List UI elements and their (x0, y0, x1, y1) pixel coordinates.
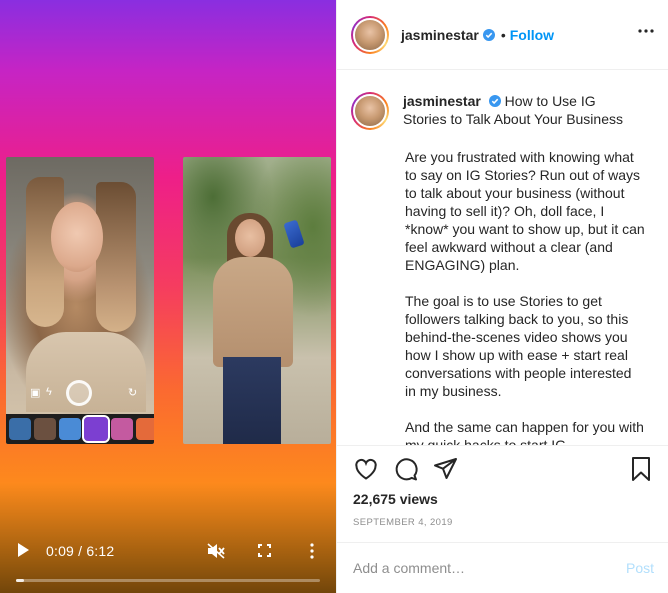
share-icon[interactable] (433, 456, 459, 482)
progress-fill (16, 579, 24, 582)
separator-dot: • (500, 26, 506, 43)
video-controls: 0:09 / 6:12 (0, 523, 336, 593)
comment-icon[interactable] (393, 456, 419, 482)
header-username[interactable]: jasminestar (401, 27, 479, 43)
shutter-icon (66, 380, 92, 406)
caption-title: jasminestar How to Use IG Stories to Tal… (403, 92, 643, 128)
post-panel: jasminestar • Follow jasminestar How to … (336, 0, 668, 593)
video-frame-selfie: ▣ ϟ ↻ (6, 157, 154, 444)
follow-button[interactable]: Follow (510, 27, 554, 43)
video-frame-filming (183, 157, 331, 444)
verified-badge-icon (482, 28, 495, 41)
save-bookmark-icon[interactable] (628, 456, 654, 482)
filter-strip (6, 414, 154, 444)
caption-area: jasminestar How to Use IG Stories to Tal… (337, 70, 668, 446)
caption-paragraph: The goal is to use Stories to get follow… (405, 293, 632, 399)
more-vert-icon[interactable] (310, 543, 314, 559)
video-player[interactable]: ▣ ϟ ↻ 0:09 / 6:12 (0, 0, 336, 593)
avatar[interactable] (351, 15, 389, 54)
mute-icon[interactable] (207, 543, 225, 559)
post-comment-button[interactable]: Post (626, 560, 654, 576)
time-display: 0:09 / 6:12 (46, 543, 115, 559)
fullscreen-icon[interactable] (258, 544, 271, 557)
post-date[interactable]: SEPTEMBER 4, 2019 (353, 517, 453, 528)
caption-avatar[interactable] (351, 92, 389, 130)
flip-camera-icon: ↻ (128, 387, 138, 399)
action-bar (351, 456, 654, 484)
post-header: jasminestar • Follow (337, 0, 668, 70)
more-options-icon[interactable] (638, 29, 654, 33)
progress-bar[interactable] (16, 579, 320, 582)
verified-badge-icon (488, 95, 501, 107)
caption-paragraph: And the same can happen for you with my … (405, 419, 644, 446)
gallery-icon: ▣ (30, 387, 41, 399)
comment-input[interactable] (353, 560, 626, 576)
caption-username[interactable]: jasminestar (403, 93, 481, 109)
play-icon[interactable] (18, 543, 29, 557)
caption-paragraph: Are you frustrated with knowing what to … (405, 149, 645, 273)
camera-controls: ▣ ϟ ↻ (6, 380, 154, 410)
comment-bar: Post (337, 542, 668, 593)
flash-icon: ϟ (46, 386, 52, 398)
like-heart-icon[interactable] (353, 456, 379, 482)
caption-body: Are you frustrated with knowing what to … (405, 148, 645, 446)
view-count[interactable]: 22,675 views (353, 491, 438, 507)
